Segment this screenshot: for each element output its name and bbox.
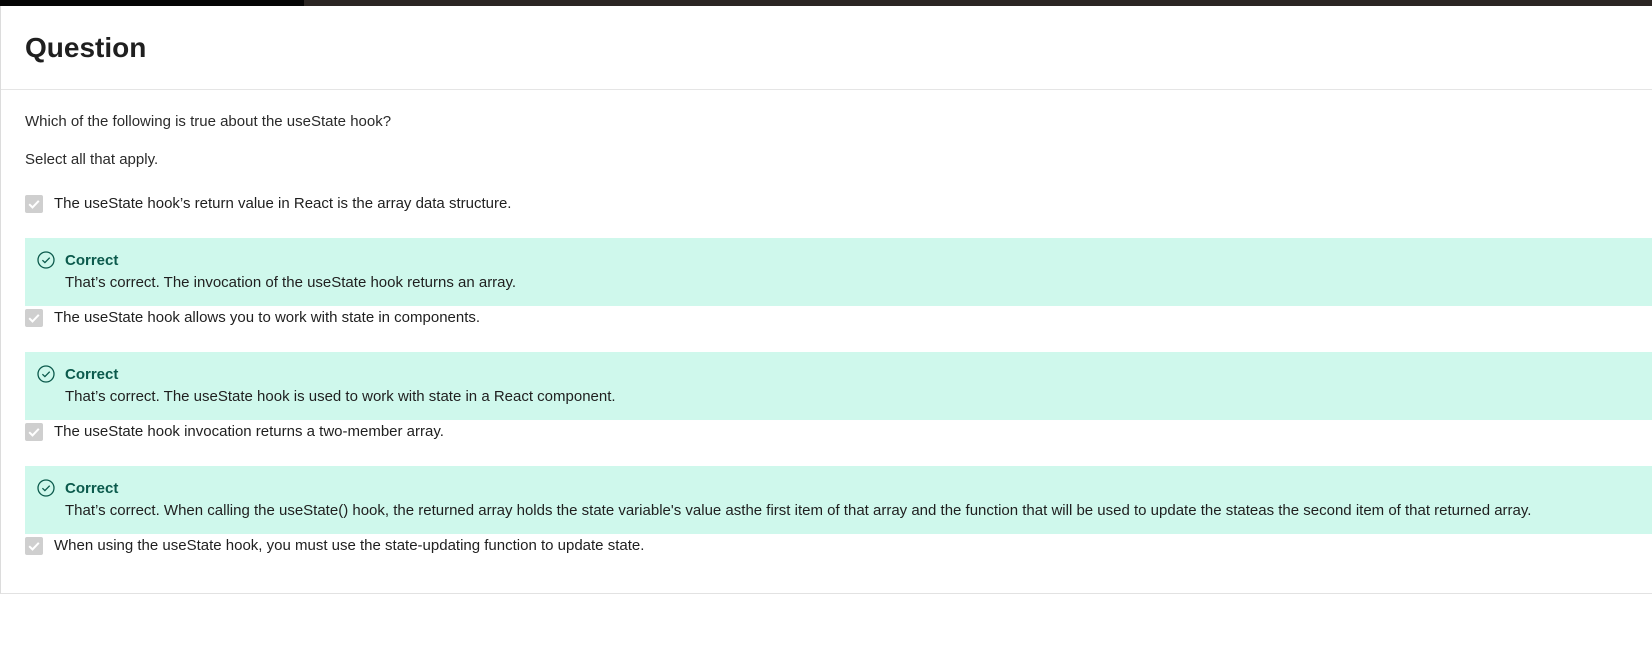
check-circle-icon <box>37 251 55 269</box>
feedback-correct: Correct That’s correct. The useState hoo… <box>25 352 1652 420</box>
feedback-text: That’s correct. The useState hook is use… <box>65 388 616 405</box>
page-title: Question <box>25 32 147 63</box>
answer-option-label: The useState hook allows you to work wit… <box>54 309 481 326</box>
checkmark-icon <box>28 200 40 209</box>
answer-checkbox[interactable] <box>25 537 43 555</box>
question-card: Question Which of the following is true … <box>0 6 1652 594</box>
answer-option-label: The useState hook’s return value in Reac… <box>54 195 512 212</box>
answer-checkbox[interactable] <box>25 309 43 327</box>
checkmark-icon <box>28 542 40 551</box>
question-text: Which of the following is true about the… <box>25 113 392 130</box>
answer-option-2[interactable]: The useState hook allows you to work wit… <box>25 307 480 329</box>
check-circle-icon <box>37 365 55 383</box>
question-header: Question <box>1 6 1652 90</box>
feedback-title: Correct <box>65 252 119 269</box>
answer-option-label: When using the useState hook, you must u… <box>54 537 645 554</box>
answer-option-4[interactable]: When using the useState hook, you must u… <box>25 535 644 557</box>
check-circle-icon <box>37 479 55 497</box>
answer-option-3[interactable]: The useState hook invocation returns a t… <box>25 421 444 443</box>
feedback-text: That’s correct. When calling the useStat… <box>65 502 1532 519</box>
answer-option-1[interactable]: The useState hook’s return value in Reac… <box>25 193 511 215</box>
feedback-correct: Correct That’s correct. The invocation o… <box>25 238 1652 306</box>
checkmark-icon <box>28 314 40 323</box>
question-instruction: Select all that apply. <box>25 151 159 168</box>
answer-checkbox[interactable] <box>25 423 43 441</box>
feedback-text: That’s correct. The invocation of the us… <box>65 274 517 291</box>
checkmark-icon <box>28 428 40 437</box>
answer-option-label: The useState hook invocation returns a t… <box>54 423 444 440</box>
answer-checkbox[interactable] <box>25 195 43 213</box>
feedback-title: Correct <box>65 480 119 497</box>
feedback-correct: Correct That’s correct. When calling the… <box>25 466 1652 534</box>
feedback-title: Correct <box>65 366 119 383</box>
